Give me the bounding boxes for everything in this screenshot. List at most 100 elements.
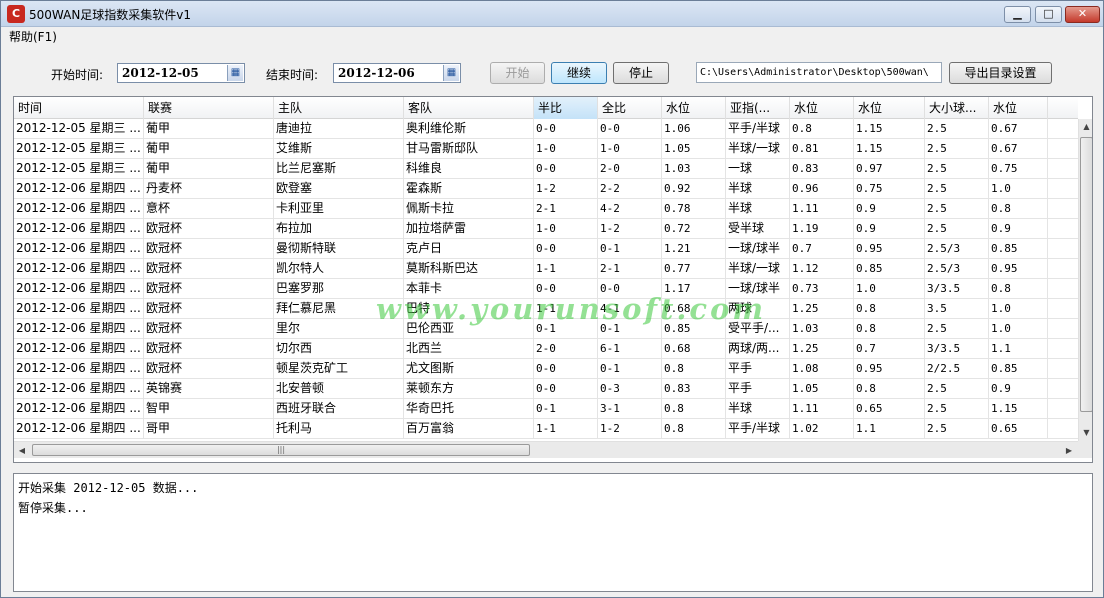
table-cell: 1-1 <box>534 259 598 279</box>
column-header[interactable]: 时间 <box>14 97 144 119</box>
table-cell: 1.0 <box>989 299 1048 319</box>
log-output[interactable]: 开始采集 2012-12-05 数据... 暂停采集... <box>13 473 1093 592</box>
log-line: 暂停采集... <box>18 501 88 515</box>
column-header[interactable]: 水位 <box>854 97 925 119</box>
title-bar[interactable]: C 500WAN足球指数采集软件v1 ▁ □ ✕ <box>1 1 1103 27</box>
table-row[interactable]: 2012-12-05 星期三 ... 葡甲 唐迪拉 奥利维伦斯 0-0 0-0 1.06 平手… <box>14 119 1078 139</box>
table-row[interactable]: 2012-12-06 星期四 ... 欧冠杯 巴塞罗那 本菲卡 0-0 0-0 1.17 一球… <box>14 279 1078 299</box>
column-header[interactable]: 水位 <box>989 97 1048 119</box>
table-cell: 1-0 <box>534 219 598 239</box>
stop-button[interactable]: 停止 <box>613 62 669 84</box>
table-cell: 0.8 <box>854 319 925 339</box>
table-cell: 意杯 <box>144 199 274 219</box>
table-cell: 1.25 <box>790 299 854 319</box>
column-header[interactable]: 半比 <box>534 97 598 119</box>
export-dir-settings-button[interactable]: 导出目录设置 <box>949 62 1052 84</box>
start-button[interactable]: 开始 <box>490 62 545 84</box>
start-time-label: 开始时间: <box>51 68 104 82</box>
table-cell: 0-0 <box>534 239 598 259</box>
vertical-scroll-thumb[interactable] <box>1080 137 1092 412</box>
table-cell: 丹麦杯 <box>144 179 274 199</box>
start-date-picker[interactable]: 2012-12-05 ▦ <box>117 63 245 83</box>
column-header[interactable]: 大小球... <box>925 97 989 119</box>
table-cell: 2012-12-06 星期四 ... <box>14 299 144 319</box>
table-cell: 一球/球半 <box>726 279 790 299</box>
table-cell: 2012-12-06 星期四 ... <box>14 419 144 439</box>
table-row[interactable]: 2012-12-05 星期三 ... 葡甲 比兰尼塞斯 科维良 0-0 2-0 1.03 一球… <box>14 159 1078 179</box>
table-cell: 2.5 <box>925 419 989 439</box>
table-row[interactable]: 2012-12-06 星期四 ... 哥甲 托利马 百万富翁 1-1 1-2 0.8 平手/半… <box>14 419 1078 439</box>
table-cell: 0.83 <box>790 159 854 179</box>
calendar-icon[interactable]: ▦ <box>227 65 243 81</box>
table-cell: 切尔西 <box>274 339 404 359</box>
table-cell: 顿星茨克矿工 <box>274 359 404 379</box>
table-cell: 2-0 <box>534 339 598 359</box>
table-cell: 巴特 <box>404 299 534 319</box>
vertical-scrollbar[interactable]: ▲ ▼ <box>1078 119 1092 441</box>
table-row[interactable]: 2012-12-06 星期四 ... 英锦赛 北安普顿 莱顿东方 0-0 0-3 0.83 平… <box>14 379 1078 399</box>
maximize-button[interactable]: □ <box>1035 6 1062 23</box>
column-header[interactable]: 联赛 <box>144 97 274 119</box>
table-row[interactable]: 2012-12-06 星期四 ... 丹麦杯 欧登塞 霍森斯 1-2 2-2 0.92 半球 0… <box>14 179 1078 199</box>
table-cell: 欧冠杯 <box>144 359 274 379</box>
column-header[interactable]: 亚指(... <box>726 97 790 119</box>
table-cell: 0.95 <box>989 259 1048 279</box>
table-cell: 甘马雷斯邸队 <box>404 139 534 159</box>
scroll-down-icon[interactable]: ▼ <box>1079 425 1092 441</box>
table-cell: 智甲 <box>144 399 274 419</box>
table-row[interactable]: 2012-12-06 星期四 ... 智甲 西班牙联合 华奇巴托 0-1 3-1 0.8 半球… <box>14 399 1078 419</box>
table-cell: 2.5 <box>925 199 989 219</box>
table-cell: 霍森斯 <box>404 179 534 199</box>
table-cell: 0.85 <box>989 359 1048 379</box>
horizontal-scrollbar[interactable]: ◀ ||| ▶ <box>14 441 1078 458</box>
end-date-picker[interactable]: 2012-12-06 ▦ <box>333 63 461 83</box>
table-cell: 0.72 <box>662 219 726 239</box>
table-cell: 0.77 <box>662 259 726 279</box>
table-cell: 6-1 <box>598 339 662 359</box>
table-cell: 欧冠杯 <box>144 339 274 359</box>
table-cell: 0-1 <box>598 319 662 339</box>
minimize-button[interactable]: ▁ <box>1004 6 1031 23</box>
table-cell: 2012-12-05 星期三 ... <box>14 159 144 179</box>
table-row[interactable]: 2012-12-05 星期三 ... 葡甲 艾维斯 甘马雷斯邸队 1-0 1-0 1.05 半… <box>14 139 1078 159</box>
table-cell: 0.8 <box>790 119 854 139</box>
table-cell: 0.8 <box>989 199 1048 219</box>
output-path-field[interactable]: C:\Users\Administrator\Desktop\500wan\ <box>696 62 942 83</box>
table-cell: 里尔 <box>274 319 404 339</box>
table-row[interactable]: 2012-12-06 星期四 ... 欧冠杯 布拉加 加拉塔萨雷 1-0 1-2 0.72 受… <box>14 219 1078 239</box>
column-header[interactable]: 主队 <box>274 97 404 119</box>
table-row[interactable]: 2012-12-06 星期四 ... 欧冠杯 拜仁慕尼黑 巴特 1-1 4-1 0.68 两球… <box>14 299 1078 319</box>
table-row[interactable]: 2012-12-06 星期四 ... 意杯 卡利亚里 佩斯卡拉 2-1 4-2 0.78 半球… <box>14 199 1078 219</box>
calendar-icon[interactable]: ▦ <box>443 65 459 81</box>
horizontal-scroll-thumb[interactable]: ||| <box>32 444 530 456</box>
close-button[interactable]: ✕ <box>1065 6 1100 23</box>
match-data-grid[interactable]: 时间 联赛 主队 客队 半比 全比 水位 亚指(... 水位 水位 大小球... 水位 2012-12… <box>13 96 1093 463</box>
table-cell: 0.67 <box>989 119 1048 139</box>
table-cell: 受平手/... <box>726 319 790 339</box>
column-header[interactable]: 水位 <box>790 97 854 119</box>
table-cell: 奥利维伦斯 <box>404 119 534 139</box>
table-cell: 1-0 <box>534 139 598 159</box>
scroll-up-icon[interactable]: ▲ <box>1079 119 1092 135</box>
table-cell: 0-1 <box>534 319 598 339</box>
table-cell: 一球/球半 <box>726 239 790 259</box>
table-cell: 2-1 <box>598 259 662 279</box>
table-row[interactable]: 2012-12-06 星期四 ... 欧冠杯 里尔 巴伦西亚 0-1 0-1 0.85 受平手… <box>14 319 1078 339</box>
table-row[interactable]: 2012-12-06 星期四 ... 欧冠杯 切尔西 北西兰 2-0 6-1 0.68 两球/… <box>14 339 1078 359</box>
continue-button[interactable]: 继续 <box>551 62 607 84</box>
table-cell: 西班牙联合 <box>274 399 404 419</box>
table-row[interactable]: 2012-12-06 星期四 ... 欧冠杯 顿星茨克矿工 尤文图斯 0-0 0-1 0.8… <box>14 359 1078 379</box>
app-window: C 500WAN足球指数采集软件v1 ▁ □ ✕ 帮助(F1) 开始时间: 20… <box>0 0 1104 598</box>
table-cell: 1.0 <box>854 279 925 299</box>
column-header[interactable]: 客队 <box>404 97 534 119</box>
column-header[interactable]: 水位 <box>662 97 726 119</box>
menu-help[interactable]: 帮助(F1) <box>9 28 57 45</box>
table-cell: 0.75 <box>854 179 925 199</box>
scroll-left-icon[interactable]: ◀ <box>14 442 30 459</box>
column-header[interactable]: 全比 <box>598 97 662 119</box>
scroll-right-icon[interactable]: ▶ <box>1061 442 1077 459</box>
table-cell: 0-1 <box>598 239 662 259</box>
table-cell: 莫斯科斯巴达 <box>404 259 534 279</box>
table-row[interactable]: 2012-12-06 星期四 ... 欧冠杯 凯尔特人 莫斯科斯巴达 1-1 2-1 0.7… <box>14 259 1078 279</box>
table-row[interactable]: 2012-12-06 星期四 ... 欧冠杯 曼彻斯特联 克卢日 0-0 0-1 1.21 一… <box>14 239 1078 259</box>
